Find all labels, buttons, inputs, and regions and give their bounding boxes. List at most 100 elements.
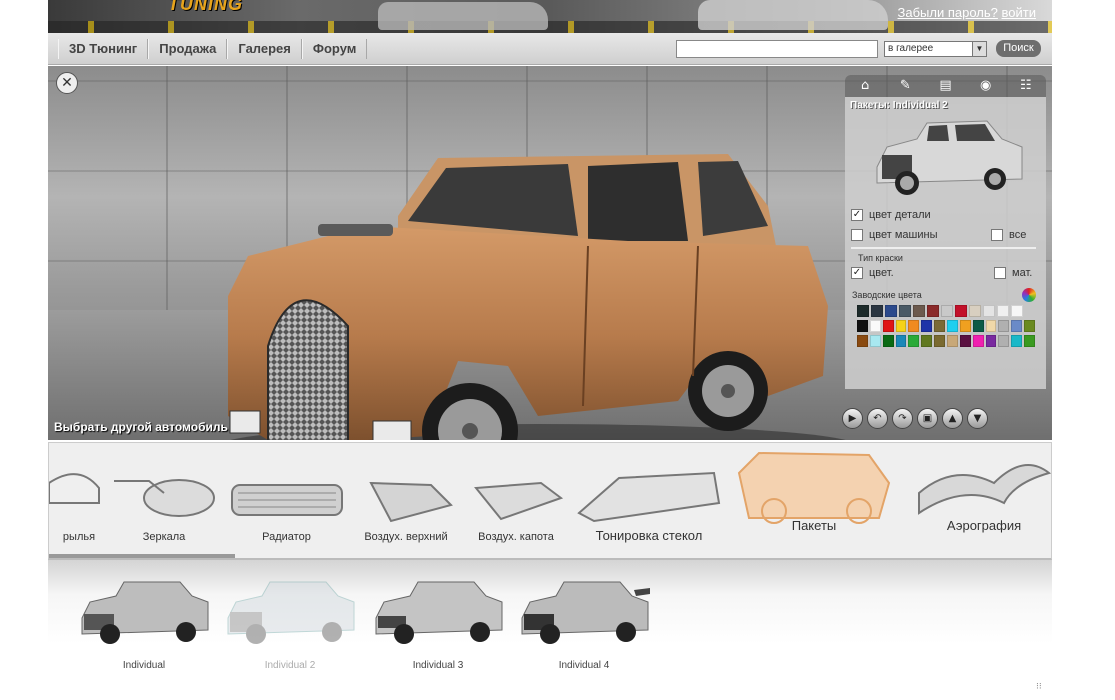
search-input[interactable] (676, 40, 878, 58)
save-icon[interactable]: ▣ (917, 408, 938, 429)
color-swatch[interactable] (934, 335, 946, 347)
nav-bar: 3D Тюнинг Продажа Галерея Форум в галере… (48, 33, 1052, 65)
color-swatch[interactable] (969, 305, 981, 317)
nav-item-gallery[interactable]: Галерея (227, 39, 302, 59)
rotate-left-icon[interactable]: ↶ (867, 408, 888, 429)
download-icon[interactable]: ▼ (967, 408, 988, 429)
color-swatch[interactable] (895, 320, 907, 332)
color-wheel-icon[interactable] (1022, 288, 1036, 302)
color-swatch[interactable] (1011, 320, 1023, 332)
package-item-individual-4[interactable]: Individual 4 (516, 578, 652, 671)
matte-option[interactable]: мат. (994, 267, 1032, 279)
color-swatch[interactable] (869, 320, 881, 332)
package-item-individual-3[interactable]: Individual 3 (370, 578, 506, 671)
matte-checkbox[interactable] (994, 267, 1006, 279)
resize-grip-icon[interactable]: ⁝⁝ (1036, 682, 1046, 692)
chevron-down-icon[interactable]: ▼ (972, 42, 986, 56)
tuning-icon[interactable]: ✎ (895, 77, 915, 95)
part-item-window-tint[interactable]: Тонировка стекол (574, 443, 724, 543)
color-swatch[interactable] (998, 335, 1010, 347)
color-swatch[interactable] (972, 320, 984, 332)
camera-icon[interactable]: ◉ (976, 77, 996, 95)
color-swatch[interactable] (857, 320, 868, 332)
color-swatches (857, 305, 1037, 350)
all-option[interactable]: все (991, 229, 1026, 241)
car-model[interactable] (208, 146, 848, 440)
part-label: Пакеты (791, 518, 837, 533)
color-swatch[interactable] (997, 305, 1009, 317)
part-item-packages[interactable]: Пакеты (729, 443, 899, 543)
color-swatch[interactable] (1011, 335, 1023, 347)
all-checkbox[interactable] (991, 229, 1003, 241)
home-icon[interactable]: ⌂ (855, 77, 875, 95)
package-item-individual-2[interactable]: Individual 2 (222, 578, 358, 671)
color-swatch[interactable] (908, 335, 920, 347)
color-swatch[interactable] (908, 320, 920, 332)
color-swatch[interactable] (1011, 305, 1023, 317)
play-icon[interactable]: ▶ (842, 408, 863, 429)
part-item-fenders[interactable]: рылья (49, 443, 109, 543)
part-color-option[interactable]: ✓ цвет детали (851, 209, 931, 221)
rotate-right-icon[interactable]: ↷ (892, 408, 913, 429)
color-swatch[interactable] (869, 335, 881, 347)
color-swatch[interactable] (921, 335, 933, 347)
sitemap-icon[interactable]: ☷ (1016, 77, 1036, 95)
glossy-checkbox[interactable]: ✓ (851, 267, 863, 279)
car-color-option[interactable]: цвет машины (851, 229, 938, 241)
color-swatch[interactable] (927, 305, 939, 317)
parts-scrollbar[interactable] (49, 554, 235, 558)
part-item-hood-intake[interactable]: Воздух. капота (461, 443, 571, 543)
search-scope-select[interactable]: в галерее ▼ (884, 41, 987, 57)
site-logo[interactable]: TUNING (168, 0, 243, 15)
upload-icon[interactable]: ▲ (942, 408, 963, 429)
color-swatch[interactable] (895, 335, 907, 347)
panel-title: Пакеты: Individual 2 (850, 100, 948, 111)
color-swatch[interactable] (955, 305, 967, 317)
color-swatch[interactable] (1024, 335, 1036, 347)
part-item-top-intake[interactable]: Воздух. верхний (351, 443, 461, 543)
color-swatch[interactable] (959, 320, 971, 332)
color-swatch[interactable] (947, 320, 958, 332)
print-icon[interactable]: ▤ (935, 77, 955, 95)
color-swatch[interactable] (857, 335, 868, 347)
nav-item-forum[interactable]: Форум (301, 39, 368, 59)
color-swatch[interactable] (857, 305, 869, 317)
search-button[interactable]: Поиск (996, 40, 1041, 57)
part-label: Зеркала (142, 531, 186, 543)
color-swatch[interactable] (959, 335, 971, 347)
package-item-individual[interactable]: Individual (76, 578, 212, 671)
part-item-mirrors[interactable]: Зеркала (109, 443, 219, 543)
color-swatch[interactable] (972, 335, 984, 347)
part-color-checkbox[interactable]: ✓ (851, 209, 863, 221)
part-item-airbrush[interactable]: Аэрография (914, 443, 1051, 543)
header-car-decoration (378, 2, 548, 30)
color-swatch[interactable] (1024, 320, 1036, 332)
car-color-checkbox[interactable] (851, 229, 863, 241)
package-kit-icon (737, 451, 891, 524)
color-swatch[interactable] (985, 320, 997, 332)
part-item-radiator[interactable]: Радиатор (224, 443, 349, 543)
color-swatch[interactable] (998, 320, 1010, 332)
color-swatch[interactable] (934, 320, 946, 332)
color-swatch[interactable] (899, 305, 911, 317)
forgot-password-link[interactable]: Забыли пароль? (898, 5, 998, 20)
color-swatch[interactable] (871, 305, 883, 317)
choose-other-car-link[interactable]: Выбрать другой автомобиль (54, 420, 228, 434)
nav-item-sales[interactable]: Продажа (148, 39, 228, 59)
color-swatch[interactable] (882, 320, 894, 332)
swatch-row (857, 335, 1037, 347)
color-swatch[interactable] (947, 335, 958, 347)
color-swatch[interactable] (885, 305, 897, 317)
tools-icon[interactable]: ✕ (56, 72, 78, 94)
color-swatch[interactable] (983, 305, 995, 317)
part-color-label: цвет детали (869, 209, 931, 221)
login-link[interactable]: войти (1002, 5, 1036, 20)
color-swatch[interactable] (985, 335, 997, 347)
nav-item-3d-tuning[interactable]: 3D Тюнинг (58, 39, 149, 59)
color-swatch[interactable] (921, 320, 933, 332)
color-swatch[interactable] (913, 305, 925, 317)
color-swatch[interactable] (941, 305, 953, 317)
all-label: все (1009, 229, 1027, 241)
color-swatch[interactable] (882, 335, 894, 347)
glossy-option[interactable]: ✓ цвет. (851, 267, 894, 279)
